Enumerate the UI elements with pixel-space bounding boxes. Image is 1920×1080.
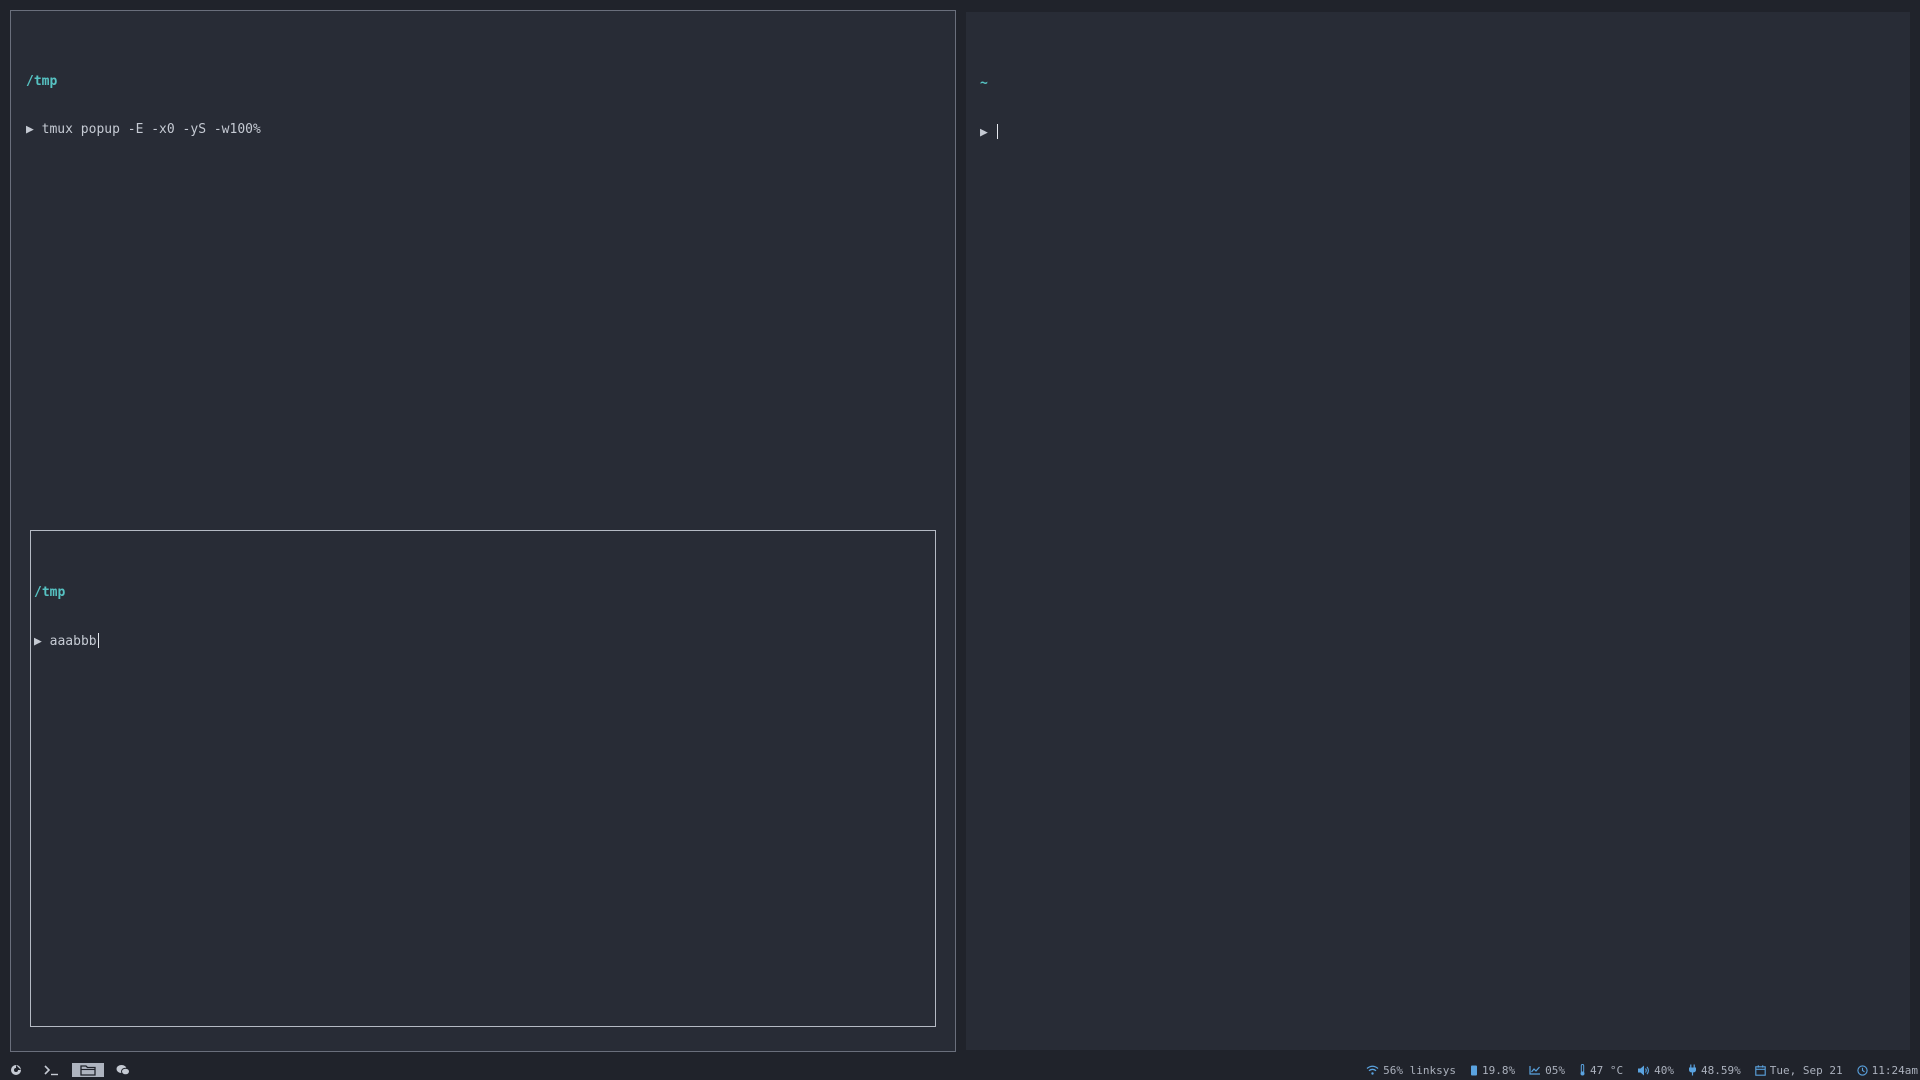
chat-icon	[116, 1065, 130, 1076]
popup-input[interactable]: aaabbb	[50, 634, 97, 649]
wifi-icon	[1366, 1065, 1379, 1075]
right-text-cursor	[996, 124, 998, 139]
text-cursor	[97, 633, 99, 648]
thermometer-icon	[1580, 1064, 1585, 1076]
workspace-files[interactable]	[72, 1063, 104, 1077]
cpu-text: 05%	[1545, 1063, 1566, 1077]
right-cwd-label: ~	[980, 76, 988, 91]
volume-status[interactable]: 40%	[1637, 1064, 1674, 1077]
command-text: tmux popup -E -x0 -yS -w100%	[41, 122, 261, 137]
terminal-pane-right[interactable]: ~ ▶	[966, 12, 1910, 1050]
memory-text: 19.8%	[1482, 1063, 1516, 1077]
clock-status[interactable]: 11:24am	[1856, 1063, 1918, 1077]
wifi-text: 56% linksys	[1383, 1063, 1457, 1077]
memory-status[interactable]: 19.8%	[1470, 1064, 1515, 1077]
clock-icon	[1856, 1064, 1868, 1076]
memory-icon	[1471, 1065, 1478, 1075]
battery-status[interactable]: 48.59%	[1688, 1064, 1741, 1077]
workspace-browser[interactable]	[8, 1063, 24, 1077]
cpu-status[interactable]: 05%	[1529, 1064, 1565, 1077]
date-text: Tue, Sep 21	[1769, 1063, 1843, 1077]
tmux-popup[interactable]: /tmp ▶ aaabbb	[30, 530, 936, 1027]
time-text: 11:24am	[1871, 1063, 1918, 1077]
volume-text: 40%	[1654, 1063, 1675, 1077]
right-prompt-arrow: ▶	[980, 125, 988, 140]
temperature-status[interactable]: 47 °C	[1579, 1064, 1623, 1077]
date-status[interactable]: Tue, Sep 21	[1755, 1064, 1843, 1077]
temperature-text: 47 °C	[1590, 1063, 1624, 1077]
chart-line-icon	[1529, 1066, 1541, 1075]
battery-text: 48.59%	[1701, 1063, 1741, 1077]
folder-icon	[80, 1064, 96, 1076]
wifi-status[interactable]: 56% linksys	[1366, 1064, 1456, 1077]
terminal-icon	[44, 1065, 58, 1076]
workspace-chat[interactable]	[114, 1063, 132, 1077]
plug-icon	[1689, 1064, 1697, 1076]
workspace-terminal[interactable]	[40, 1063, 62, 1077]
browser-icon	[11, 1065, 21, 1075]
popup-cwd-label: /tmp	[34, 585, 66, 600]
cwd-label: /tmp	[26, 74, 58, 89]
volume-icon	[1638, 1065, 1650, 1075]
prompt-arrow: ▶	[26, 122, 34, 137]
calendar-icon	[1755, 1064, 1766, 1076]
popup-prompt-arrow: ▶	[34, 634, 42, 649]
taskbar: 56% linksys 19.8% 05% 47 °C 40% 48.59% T…	[0, 1060, 1920, 1080]
status-area: 56% linksys 19.8% 05% 47 °C 40% 48.59% T…	[1366, 1060, 1920, 1080]
